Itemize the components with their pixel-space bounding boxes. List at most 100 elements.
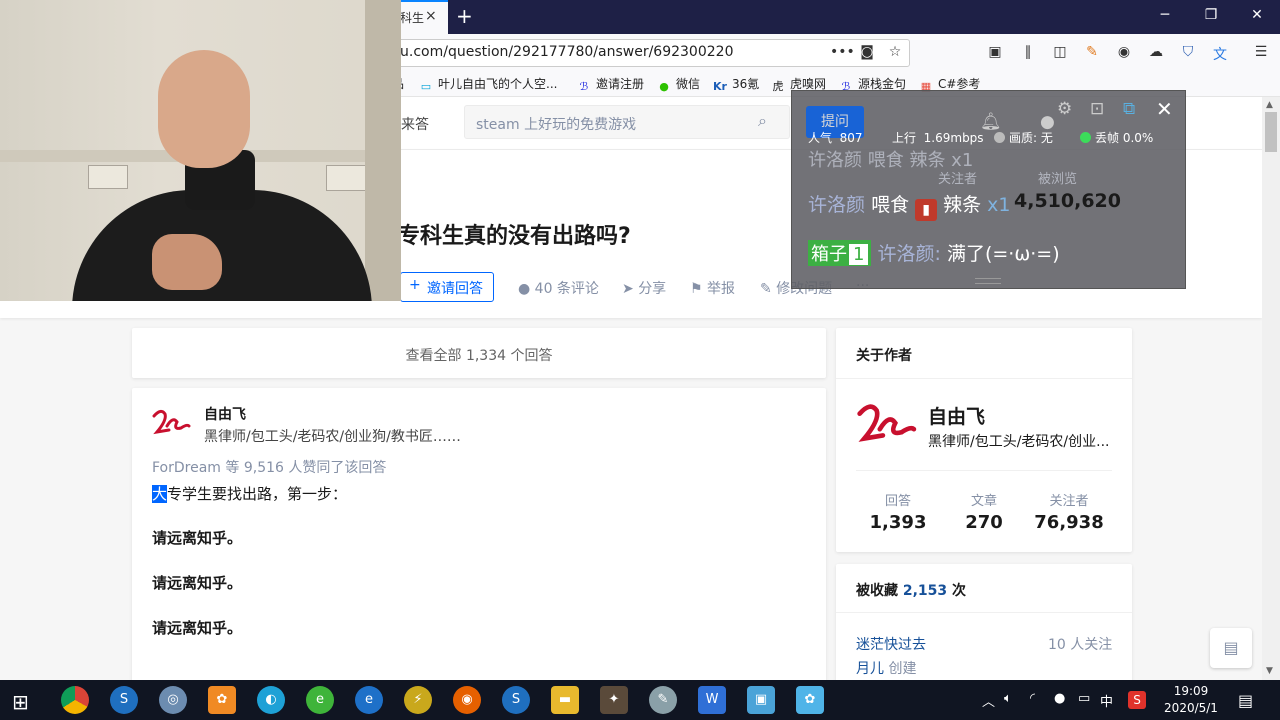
favorites-heading: 被收藏 2,153 次 (856, 583, 967, 599)
library-icon[interactable]: ∥ (1019, 44, 1037, 60)
resize-handle-icon[interactable] (975, 278, 1001, 284)
clock-time: 19:09 (1173, 684, 1209, 698)
weibo-icon[interactable]: ✿ (208, 686, 236, 714)
question-title: 专科生真的没有出路吗? (398, 224, 631, 249)
edge-icon[interactable]: e (355, 686, 383, 714)
scroll-down-icon[interactable]: ▼ (1266, 666, 1273, 676)
fan-badge: 箱子 1 (808, 240, 872, 266)
green-browser-icon[interactable]: e (306, 686, 334, 714)
ime-indicator[interactable]: 中 (1100, 691, 1113, 710)
taskbar-clock[interactable]: 19:09 2020/5/1 (1160, 683, 1222, 717)
edge-legacy-icon[interactable]: ◐ (257, 686, 285, 714)
battery-icon[interactable]: ▭ (1078, 691, 1090, 706)
scroll-up-icon[interactable]: ▲ (1266, 100, 1273, 110)
nav-answer-link[interactable]: 来答 (401, 114, 429, 134)
sync-icon[interactable]: ☁ (1147, 44, 1165, 60)
explorer-icon[interactable]: ▬ (551, 686, 579, 714)
back-to-top-button[interactable]: ▤ (1210, 628, 1252, 668)
comments-button[interactable]: ● 40 条评论 (518, 278, 599, 298)
view-all-label: 查看全部 1,334 个回答 (405, 348, 553, 364)
report-button[interactable]: ⚑ 举报 (690, 278, 735, 298)
wps-icon[interactable]: W (698, 686, 726, 714)
add-user-icon: + (409, 277, 421, 293)
author-avatar-large[interactable] (855, 398, 917, 448)
close-window-button[interactable]: ✕ (1247, 7, 1267, 23)
overlay-close-button[interactable]: ✕ (1156, 97, 1173, 121)
popout-icon[interactable]: ⧉ (1123, 99, 1135, 119)
app-bili-icon[interactable]: ✿ (796, 686, 824, 714)
wall-socket (88, 165, 128, 189)
vote-summary: ForDream 等 9,516 人赞同了该回答 (152, 460, 387, 476)
restore-button[interactable]: ❐ (1201, 7, 1221, 23)
favorites-count: 2,153 (902, 583, 948, 599)
bookmark-item[interactable]: ℬ 邀请注册 (576, 75, 644, 94)
app-photo-icon[interactable]: ▣ (747, 686, 775, 714)
extension-icon[interactable]: ✎ (1083, 44, 1101, 60)
antivirus-icon[interactable]: S (1128, 691, 1146, 709)
stat-value-answers[interactable]: 1,393 (853, 512, 943, 533)
app-yellow-icon[interactable]: ⚡ (404, 686, 432, 714)
settings-icon[interactable]: ⚙ (1057, 99, 1072, 119)
firefox-icon[interactable]: ◉ (453, 686, 481, 714)
stat-value-articles[interactable]: 270 (939, 512, 1029, 533)
account-icon[interactable]: ◉ (1115, 44, 1133, 60)
volume-icon[interactable]: 🔈︎ (1004, 691, 1012, 706)
sidebar-icon[interactable]: ◫ (1051, 44, 1069, 60)
app-s-icon[interactable]: S (110, 686, 138, 714)
creator-link[interactable]: 月儿 (856, 661, 884, 677)
scrollbar-thumb[interactable] (1265, 112, 1277, 152)
shield-icon[interactable]: ⛉ (1179, 44, 1197, 60)
stat-label-answers[interactable]: 回答 (858, 490, 938, 509)
notification-icon[interactable]: ▤ (1238, 691, 1253, 710)
minimize-button[interactable]: ─ (1155, 7, 1175, 23)
author-name[interactable]: 自由飞 (928, 402, 985, 429)
quality-dot-icon (994, 132, 1005, 143)
app-s2-icon[interactable]: S (502, 686, 530, 714)
chrome-icon[interactable] (61, 686, 89, 714)
url-text[interactable]: u.com/question/292177780/answer/69230022… (400, 44, 733, 60)
chat-message-text: 箱子 1 许洛颜: 满了(=·ω·=) (808, 239, 1060, 266)
drop-dot-icon (1080, 132, 1091, 143)
invite-answer-button[interactable]: + 邀请回答 (400, 272, 494, 302)
huxiu-icon: 虎 (772, 80, 784, 93)
app-game-icon[interactable]: ✦ (600, 686, 628, 714)
tray-expand-icon[interactable]: ︿ (982, 691, 995, 710)
star-icon[interactable]: ☆ (886, 44, 904, 60)
windows-start-icon[interactable]: ⊞ (12, 690, 29, 714)
new-tab-button[interactable]: + (456, 4, 473, 28)
reader-icon[interactable]: ▣ (986, 44, 1004, 60)
door-frame (365, 0, 401, 301)
chat-icon[interactable]: ● (1040, 112, 1055, 132)
collection-link[interactable]: 迷茫快过去 (856, 634, 926, 654)
bookmark-item[interactable]: ● 微信 (656, 75, 700, 94)
answer-first-line: 大专学生要找出路，第一步： (152, 485, 348, 503)
bookmark-item[interactable]: ▭ 叶儿自由飞的个人空... (418, 75, 558, 94)
stat-label-articles[interactable]: 文章 (944, 490, 1024, 509)
ellipsis-icon[interactable]: ••• (830, 44, 855, 60)
app-pen-icon[interactable]: ✎ (649, 686, 677, 714)
qq-icon[interactable]: ● (1054, 691, 1065, 706)
bookmark-item[interactable]: Kr 36氪 (712, 75, 759, 94)
divider (836, 378, 1132, 379)
tab-close-icon[interactable]: × (425, 8, 437, 24)
bell-icon[interactable]: 🔔︎ (980, 112, 1002, 132)
person-head (158, 50, 250, 168)
search-icon[interactable]: ⌕ (758, 111, 767, 131)
browser-icon[interactable]: ◎ (159, 686, 187, 714)
view-all-answers[interactable]: 查看全部 1,334 个回答 (132, 328, 826, 378)
webcam-video (0, 0, 401, 301)
share-button[interactable]: ➤ 分享 (622, 278, 666, 298)
author-avatar[interactable] (151, 406, 191, 438)
answer-author-bio: 黑律师/包工头/老码农/创业狗/教书匠…… (204, 429, 461, 445)
translate-icon[interactable]: 文 (1211, 44, 1229, 64)
pocket-icon[interactable]: ◙ (858, 44, 876, 60)
about-heading: 关于作者 (856, 348, 912, 364)
wifi-icon[interactable]: ◜ (1030, 691, 1035, 706)
unlock-icon[interactable]: ⊡ (1090, 99, 1104, 119)
person-hand (152, 234, 222, 290)
stat-value-followers[interactable]: 76,938 (1024, 512, 1114, 533)
stat-label-followers[interactable]: 关注者 (1029, 490, 1109, 509)
scrollbar[interactable] (1262, 97, 1280, 680)
answer-author-name[interactable]: 自由飞 (204, 404, 246, 424)
menu-icon[interactable]: ☰ (1252, 44, 1270, 60)
